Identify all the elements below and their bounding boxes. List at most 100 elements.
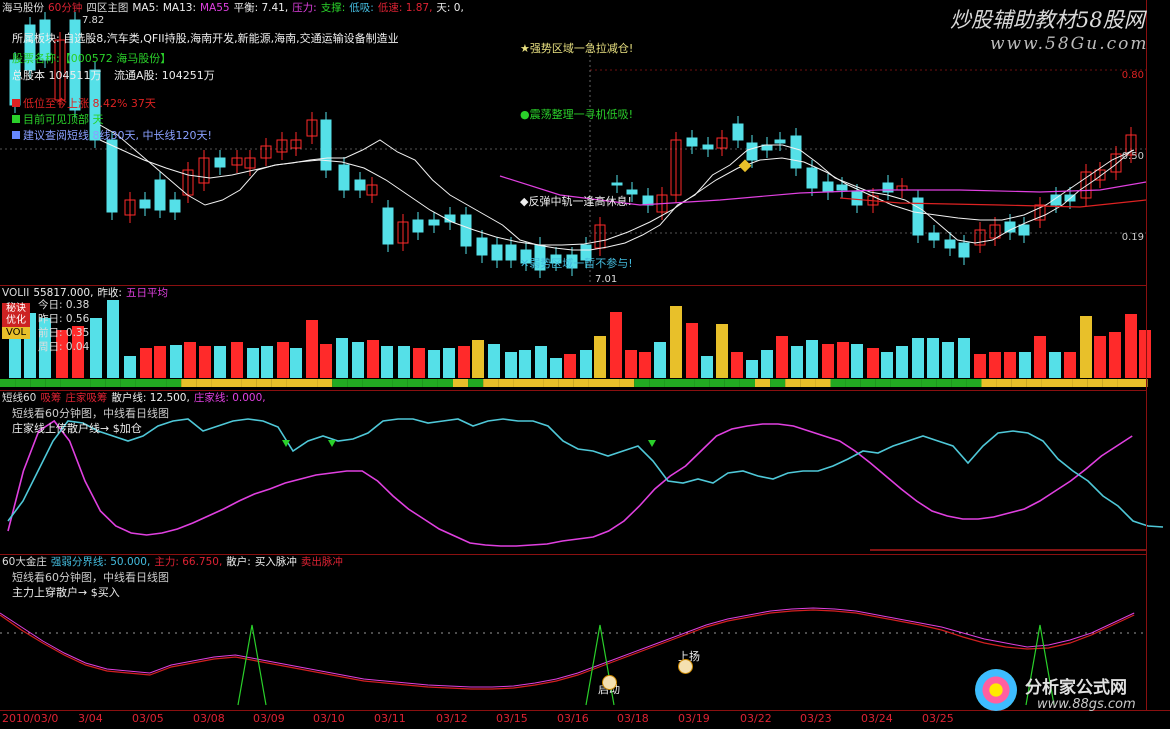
short-title: 短线60 [2,392,37,404]
volume-bar [881,352,893,378]
volume-band [981,379,997,387]
volume-bar [654,342,666,378]
volume-panel[interactable]: VOLII 55817.000, 昨收: 五日平均 秘诀 优化 VOL 今日: 0.3… [0,286,1151,390]
badge-secret[interactable]: 秘诀 [2,303,30,315]
support-label: 支撑: [320,2,346,14]
short-line-panel[interactable]: 短线60 吸筹 庄家吸筹 散户线: 12.500, 庄家线: 0.000, 短线看60分… [0,391,1164,554]
price-panel[interactable]: 海马股份 60分钟 四区主图 MA5: MA13: MA55 平衡: 7.41, 压力: 支撑:… [0,0,1147,285]
volume-band [271,379,287,387]
volume-bar [776,336,788,378]
row1-text: 低位至今上涨 8.42% 37天 [23,97,156,110]
volume-bar [1139,330,1151,378]
volume-bar [381,346,393,378]
volume-bar [1125,314,1137,378]
volume-band [45,379,61,387]
y-label-high: 0.80 [1121,70,1144,81]
volume-bar [806,340,818,378]
volume-bar [277,342,289,378]
volume-band [0,379,16,387]
volume-bar [261,346,273,378]
name-info: 股票名称:【000572 海马股份】 [12,50,171,66]
volume-band [1102,379,1118,387]
chart-name[interactable]: 四区主图 [86,2,128,14]
stat-label: 周日 [38,341,59,353]
info-row-3: 建议查阅短线 8线30天, 中长线120天! [12,127,212,143]
stat-label: 前日 [38,327,59,339]
volume-band [362,379,378,387]
vol-stats: 今日: 0.38 昨日: 0.56 前日: 0.35 周日: 0.04 [38,298,89,354]
candle-body [382,207,394,245]
pressure-label: 压力: [292,2,317,14]
volume-bar [154,346,166,378]
volume-bar [837,342,849,378]
badge-vol[interactable]: VOL [2,327,30,339]
volume-bar [958,338,970,378]
volume-band [921,379,937,387]
volume-band [619,379,635,387]
volume-bar [140,348,152,378]
volume-band [558,379,574,387]
absorb-label: 低吸: [349,2,374,14]
candle-body [851,191,863,206]
candle-body [928,232,940,241]
volume-band [800,379,816,387]
volume-bar [320,344,332,378]
retail-line [0,607,1135,688]
volume-band [875,379,891,387]
watermark-top: 炒股辅助教材58股网 [950,4,1145,34]
row2-text: 目前可见顶部 天 [23,113,104,126]
volume-bar [927,338,939,378]
golden-sell: 卖出脉冲 [300,556,343,568]
name-value: 【000572 海马股份】 [59,52,172,65]
volume-bar [231,342,243,378]
volume-bar [594,336,606,378]
candle-body [746,142,758,161]
stat-row: 周日: 0.04 [38,341,90,353]
zone-strong: ★强势区域一急拉减仓! [520,42,634,55]
float-shares: 流通A股: 104251万 [114,69,215,82]
candle-body [169,199,181,213]
volume-band [377,379,393,387]
candle-body [460,214,472,247]
date-label: 03/16 [557,712,589,725]
volume-bar [912,338,924,378]
main-force-line [0,609,1135,690]
volume-band [739,379,755,387]
volume-bar [580,350,592,378]
volume-bar [716,324,728,378]
volume-band [936,379,952,387]
volume-band [317,379,333,387]
volume-band [815,379,831,387]
badge-optimize[interactable]: 优化 [2,315,30,327]
short-v2: 庄家吸筹 [65,392,108,404]
volume-band [634,379,650,387]
volume-bar [472,340,484,378]
date-label: 03/09 [253,712,285,725]
total-shares: 总股本 104511万 [12,69,102,82]
right-border [1146,0,1147,728]
golden-buy: 买入脉冲 [254,556,297,568]
volume-bar [352,342,364,378]
candle-body [882,182,894,193]
volume-bar [519,350,531,378]
volume-bar [413,348,425,378]
price-header: 海马股份 60分钟 四区主图 MA5: MA13: MA55 平衡: 7.41, 压力: 支撑:… [2,2,468,15]
volume-band [332,379,348,387]
period[interactable]: 60分钟 [48,2,82,14]
watermark-top-text: 炒股辅助教材 [950,8,1076,32]
volume-bar [822,344,834,378]
golden-main: 主力: 66.750, [154,556,223,568]
date-label: 03/18 [617,712,649,725]
volume-band [1057,379,1073,387]
volume-band [211,379,227,387]
green-square-icon [12,115,20,123]
date-label: 03/22 [740,712,772,725]
volume-bar [458,346,470,378]
volume-bar [199,346,211,378]
high-marker: 7.82 [82,15,105,26]
volume-bar [1080,316,1092,378]
volume-band [166,379,182,387]
stock-name[interactable]: 海马股份 [2,2,44,14]
volume-bar [701,356,713,378]
vol-title: VOLII [2,287,30,299]
